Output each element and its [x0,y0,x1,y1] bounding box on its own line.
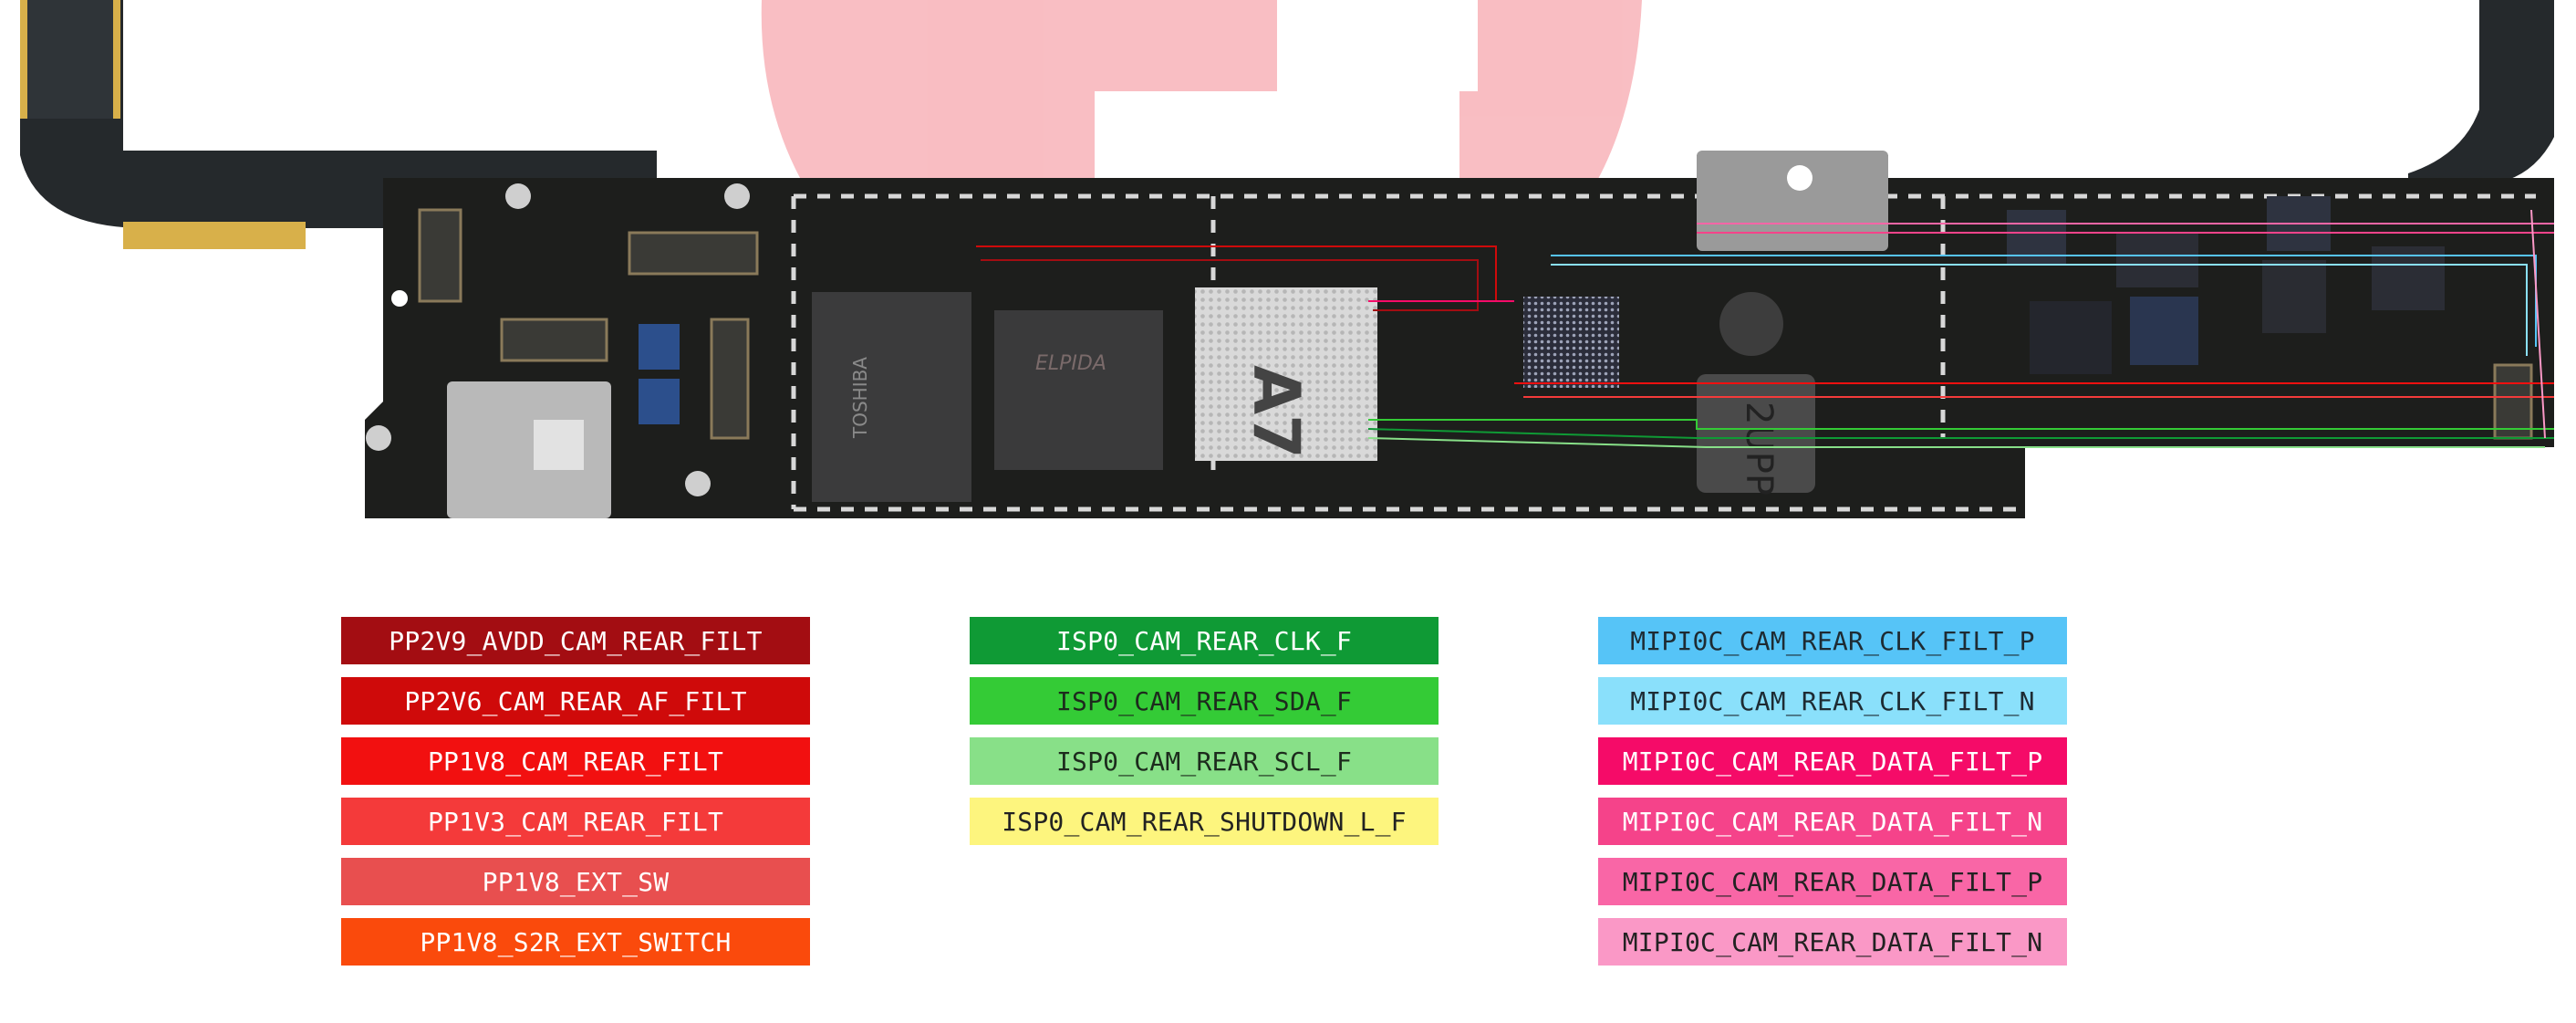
legend-item: PP1V8_S2R_EXT_SWITCH [341,918,810,966]
legend-item: PP2V9_AVDD_CAM_REAR_FILT [341,617,810,664]
legend-item: PP2V6_CAM_REAR_AF_FILT [341,677,810,725]
legend-item: MIPI0C_CAM_REAR_CLK_FILT_P [1598,617,2067,664]
right-flex-cable [2408,0,2554,183]
legend-item: MIPI0C_CAM_REAR_DATA_FILT_N [1598,798,2067,845]
soc-chip-label: A7 [1239,365,1314,459]
legend-item: ISP0_CAM_REAR_CLK_F [970,617,1439,664]
legend-column-mipi: MIPI0C_CAM_REAR_CLK_FILT_P MIPI0C_CAM_REA… [1598,617,2067,978]
pcb: TOSHIBA ELPIDA A7 2UPP [365,151,2554,518]
legend-column-isp: ISP0_CAM_REAR_CLK_F ISP0_CAM_REAR_SDA_F IS… [970,617,1439,858]
ram-chip-label: ELPIDA [1035,352,1106,375]
logic-board-diagram: TOSHIBA ELPIDA A7 2UPP [20,0,2554,518]
legend-item: MIPI0C_CAM_REAR_DATA_FILT_P [1598,858,2067,905]
legend-item: ISP0_CAM_REAR_SHUTDOWN_L_F [970,798,1439,845]
legend-column-power: PP2V9_AVDD_CAM_REAR_FILT PP2V6_CAM_REAR_A… [341,617,810,978]
legend-item: PP1V8_CAM_REAR_FILT [341,737,810,785]
nand-chip-label: TOSHIBA [849,357,871,439]
legend-item: ISP0_CAM_REAR_SDA_F [970,677,1439,725]
legend-item: MIPI0C_CAM_REAR_DATA_FILT_P [1598,737,2067,785]
small-ic-label: 2UPP [1738,402,1780,496]
legend-item: PP1V8_EXT_SW [341,858,810,905]
legend-item: MIPI0C_CAM_REAR_CLK_FILT_N [1598,677,2067,725]
legend-item: MIPI0C_CAM_REAR_DATA_FILT_N [1598,918,2067,966]
legend-item: ISP0_CAM_REAR_SCL_F [970,737,1439,785]
legend-item: PP1V3_CAM_REAR_FILT [341,798,810,845]
